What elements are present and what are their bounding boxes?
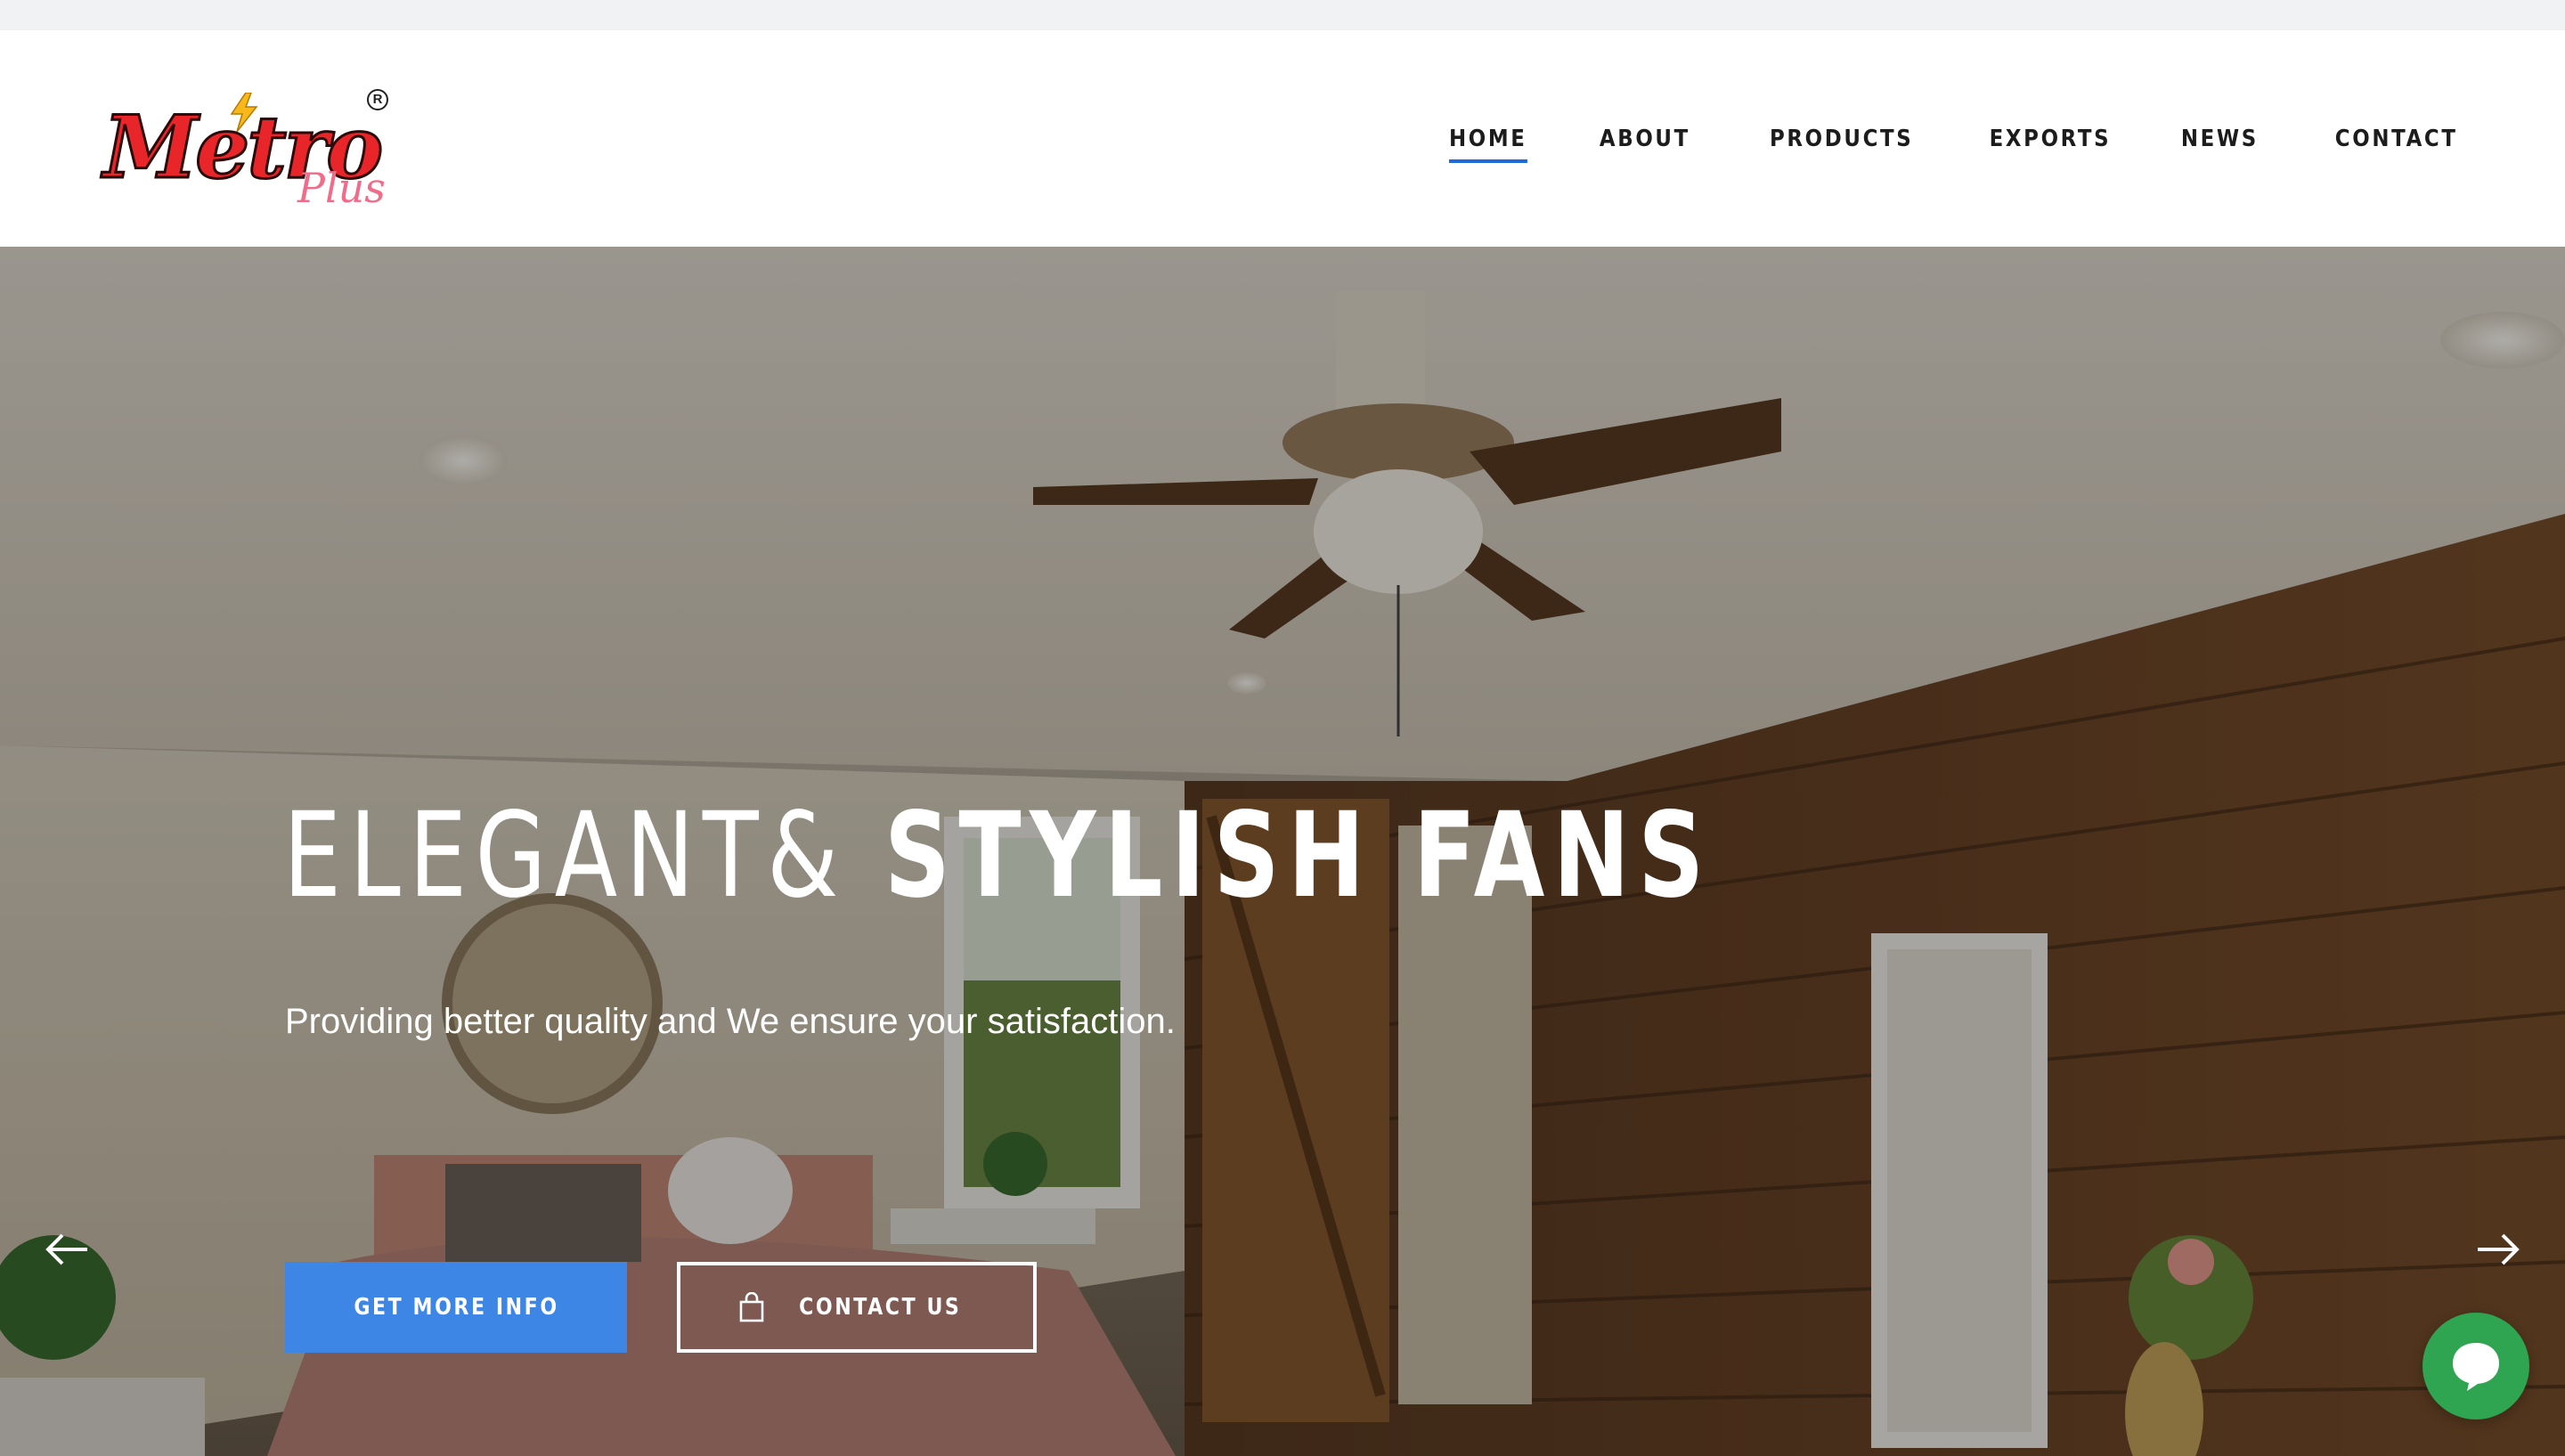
- main-nav: HOME ABOUT PRODUCTS EXPORTS NEWS CONTACT: [1379, 30, 2458, 247]
- top-strip: [0, 0, 2565, 30]
- hero-headline: ELEGANT& STYLISH FANS: [283, 797, 1713, 915]
- hero-subtitle: Providing better quality and We ensure y…: [285, 1002, 1176, 1041]
- nav-about[interactable]: ABOUT: [1600, 118, 1690, 159]
- arrow-left-icon[interactable]: [45, 1232, 91, 1267]
- nav-exports[interactable]: EXPORTS: [1990, 118, 2112, 159]
- registered-mark: R: [367, 89, 388, 110]
- logo-subtext: Plus: [297, 164, 386, 212]
- nav-news[interactable]: NEWS: [2181, 118, 2259, 159]
- chat-widget-button[interactable]: [2422, 1313, 2529, 1419]
- contact-us-button[interactable]: CONTACT US: [677, 1262, 1037, 1353]
- chat-bubble-icon: [2453, 1343, 2499, 1391]
- nav-contact[interactable]: CONTACT: [2335, 118, 2458, 159]
- nav-products[interactable]: PRODUCTS: [1770, 118, 1913, 159]
- get-more-info-button[interactable]: GET MORE INFO: [285, 1262, 627, 1353]
- hero-slider: ELEGANT& STYLISH FANS Providing better q…: [0, 247, 2565, 1456]
- shopping-bag-icon: [739, 1292, 764, 1322]
- brand-logo[interactable]: Metro R Plus: [100, 82, 394, 224]
- get-more-info-label: GET MORE INFO: [353, 1294, 559, 1321]
- headline-bold: STYLISH FANS: [884, 787, 1713, 924]
- nav-home[interactable]: HOME: [1449, 118, 1527, 163]
- contact-us-label: CONTACT US: [798, 1294, 962, 1321]
- headline-light: ELEGANT&: [283, 787, 847, 924]
- arrow-right-icon[interactable]: [2474, 1232, 2520, 1267]
- site-header: Metro R Plus HOME ABOUT PRODUCTS EXPORTS…: [0, 30, 2565, 247]
